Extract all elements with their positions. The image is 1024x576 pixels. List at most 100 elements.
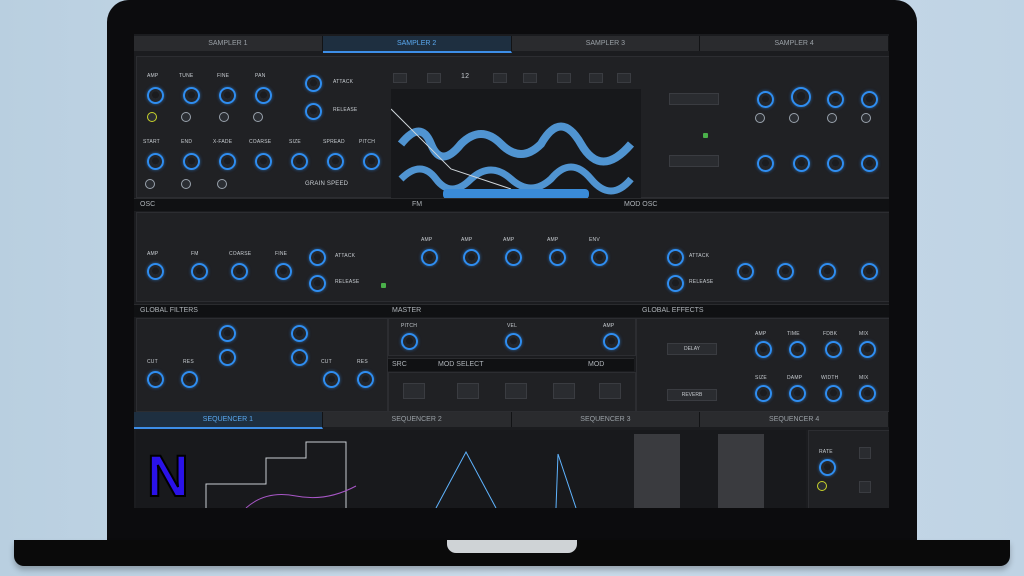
fm-env-knob[interactable] (591, 249, 608, 266)
osc-fine-knob[interactable] (275, 263, 292, 280)
sampler-source-dropdown[interactable] (669, 155, 719, 167)
wave-tool-4[interactable] (523, 73, 537, 83)
sampler-right-knob-1[interactable] (757, 91, 774, 108)
fx-size-knob[interactable] (755, 385, 772, 402)
sampler-release-knob[interactable] (305, 103, 322, 120)
mod-osc-fm-knob[interactable] (777, 263, 794, 280)
mod-select-1[interactable] (457, 383, 479, 399)
wave-tool-2[interactable] (427, 73, 441, 83)
mod-button[interactable] (599, 383, 621, 399)
sampler-mode-dropdown[interactable] (669, 93, 719, 105)
tab-sequencer-2[interactable]: SEQUENCER 2 (322, 412, 512, 427)
master-pitch-knob[interactable] (401, 333, 418, 350)
fx-mix2-knob[interactable] (859, 385, 876, 402)
mod-select-2[interactable] (505, 383, 527, 399)
fm-amp-4-knob[interactable] (549, 249, 566, 266)
fx-width-knob[interactable] (825, 385, 842, 402)
mod-osc-coarse-knob[interactable] (819, 263, 836, 280)
sampler-spread-knob[interactable] (327, 153, 344, 170)
master-vel-knob[interactable] (505, 333, 522, 350)
seq-mod-knob[interactable] (817, 481, 827, 491)
master-amp-knob[interactable] (603, 333, 620, 350)
seq-rate-knob[interactable] (819, 459, 836, 476)
osc-fm-knob[interactable] (191, 263, 208, 280)
fm-amp-3-knob[interactable] (505, 249, 522, 266)
reverb-dropdown[interactable]: REVERB (667, 389, 717, 401)
filter-2-cut-knob[interactable] (323, 371, 340, 388)
fm-amp-1-knob[interactable] (421, 249, 438, 266)
sampler-mod-knob-7[interactable] (217, 179, 227, 189)
sampler-mod-knob-5[interactable] (145, 179, 155, 189)
tab-sampler-4[interactable]: SAMPLER 4 (700, 36, 889, 51)
filter-2-res-knob[interactable] (357, 371, 374, 388)
src-button[interactable] (403, 383, 425, 399)
delay-dropdown[interactable]: DELAY (667, 343, 717, 355)
sampler-right-mod-3[interactable] (827, 113, 837, 123)
mod-osc-attack-knob[interactable] (667, 249, 684, 266)
fx-amp-knob[interactable] (755, 341, 772, 358)
mod-osc-release-knob[interactable] (667, 275, 684, 292)
sample-waveform-display[interactable] (391, 89, 641, 199)
filter-2-knob-a[interactable] (291, 325, 308, 342)
wave-tool-3[interactable] (493, 73, 507, 83)
filter-2-knob-b[interactable] (291, 349, 308, 366)
sampler-mod-knob-2[interactable] (181, 112, 191, 122)
sampler-right-knob-4[interactable] (861, 91, 878, 108)
sampler-coarse-knob[interactable] (255, 153, 272, 170)
fx-time-knob[interactable] (789, 341, 806, 358)
seq-button-2[interactable] (859, 481, 871, 493)
filter-1-knob-a[interactable] (219, 325, 236, 342)
mod-select-3[interactable] (553, 383, 575, 399)
sampler-right-knob-3[interactable] (827, 91, 844, 108)
sampler-pitch-knob[interactable] (363, 153, 380, 170)
sampler-mod-knob-4[interactable] (253, 112, 263, 122)
sampler-right-knob-8[interactable] (861, 155, 878, 172)
sampler-attack-knob[interactable] (305, 75, 322, 92)
wave-tool-6[interactable] (589, 73, 603, 83)
sampler-start-knob[interactable] (147, 153, 164, 170)
filter-1-knob-b[interactable] (219, 349, 236, 366)
sampler-right-mod-2[interactable] (789, 113, 799, 123)
sampler-mod-knob-1[interactable] (147, 112, 157, 122)
sampler-tune-knob[interactable] (183, 87, 200, 104)
tab-sequencer-3[interactable]: SEQUENCER 3 (511, 412, 701, 427)
sampler-mod-knob-6[interactable] (181, 179, 191, 189)
fx-damp-knob[interactable] (789, 385, 806, 402)
sampler-right-knob-7[interactable] (827, 155, 844, 172)
sampler-mod-knob-3[interactable] (219, 112, 229, 122)
sampler-led[interactable] (703, 133, 708, 138)
osc-led[interactable] (381, 283, 386, 288)
sampler-right-knob-2[interactable] (791, 87, 811, 107)
fx-fdbk-knob[interactable] (825, 341, 842, 358)
wave-tool-1[interactable] (393, 73, 407, 83)
sampler-end-knob[interactable] (183, 153, 200, 170)
tab-sequencer-1[interactable]: SEQUENCER 1 (134, 412, 323, 429)
fx-mix-knob[interactable] (859, 341, 876, 358)
tab-sequencer-4[interactable]: SEQUENCER 4 (700, 412, 889, 427)
osc-coarse-knob[interactable] (231, 263, 248, 280)
sequencer-display[interactable] (136, 430, 806, 508)
osc-release-knob[interactable] (309, 275, 326, 292)
sampler-xfade-knob[interactable] (219, 153, 236, 170)
sampler-fine-knob[interactable] (219, 87, 236, 104)
sampler-right-knob-5[interactable] (757, 155, 774, 172)
tab-sampler-2[interactable]: SAMPLER 2 (322, 36, 512, 53)
sampler-right-knob-6[interactable] (793, 155, 810, 172)
sampler-right-mod-4[interactable] (861, 113, 871, 123)
wave-tool-7[interactable] (617, 73, 631, 83)
seq-button-1[interactable] (859, 447, 871, 459)
sampler-pan-knob[interactable] (255, 87, 272, 104)
tab-sampler-1[interactable]: SAMPLER 1 (134, 36, 323, 51)
sampler-size-knob[interactable] (291, 153, 308, 170)
mod-osc-fine-knob[interactable] (861, 263, 878, 280)
mod-osc-amp-knob[interactable] (737, 263, 754, 280)
osc-attack-knob[interactable] (309, 249, 326, 266)
tab-sampler-3[interactable]: SAMPLER 3 (511, 36, 701, 51)
fm-amp-2-knob[interactable] (463, 249, 480, 266)
osc-amp-knob[interactable] (147, 263, 164, 280)
sampler-right-mod-1[interactable] (755, 113, 765, 123)
filter-1-cut-knob[interactable] (147, 371, 164, 388)
wave-tool-5[interactable] (557, 73, 571, 83)
sampler-amp-knob[interactable] (147, 87, 164, 104)
filter-1-res-knob[interactable] (181, 371, 198, 388)
